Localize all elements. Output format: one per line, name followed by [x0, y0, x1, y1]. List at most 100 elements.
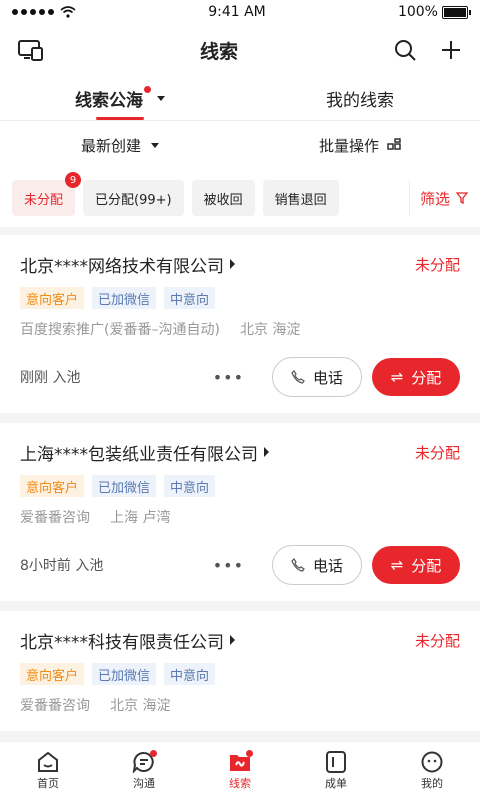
notification-dot [149, 750, 157, 757]
tag-intent-customer: 意向客户 [20, 475, 85, 497]
plus-icon[interactable] [440, 39, 462, 61]
tab-label: 我的线索 [326, 90, 394, 111]
chevron-down-icon [151, 142, 159, 148]
filter-chip-returned[interactable]: 销售退回 [262, 180, 339, 216]
notification-dot [245, 750, 253, 757]
company-label: 北京****科技有限责任公司 [20, 632, 224, 653]
call-button[interactable]: 电话 [272, 357, 362, 397]
tag-intent-customer: 意向客户 [20, 287, 85, 309]
battery: 100% [397, 4, 471, 20]
chevron-right-icon [230, 259, 235, 269]
tab-indicator [96, 117, 144, 120]
lead-location: 北京 海淀 [110, 698, 171, 714]
top-section: 9:41 AM 100% 线索 线索公海 我的线索 [0, 0, 480, 120]
pool-time: 刚刚 入池 [20, 370, 81, 386]
tab-label: 线索公海 [75, 90, 143, 111]
more-icon[interactable]: ••• [213, 368, 244, 387]
nav-label: 首页 [37, 777, 59, 790]
filter-chip-assigned[interactable]: 已分配(99+) [83, 180, 184, 216]
chip-label: 被收回 [203, 192, 243, 208]
lead-location: 上海 卢湾 [110, 510, 171, 526]
filter-label: 筛选 [419, 189, 450, 208]
tag-intent-level: 中意向 [164, 287, 216, 309]
tag-intent-customer: 意向客户 [20, 663, 85, 685]
lead-source: 百度搜索推广(爱番番–沟通自动) [20, 322, 220, 338]
batch-operation-button[interactable]: 批量操作 [240, 121, 480, 169]
tag-wechat: 已加微信 [92, 287, 157, 309]
funnel-icon [456, 192, 468, 204]
bottom-nav-leads[interactable]: 线索 [192, 742, 288, 800]
lead-list: 北京****网络技术有限公司 未分配 意向客户 已加微信 中意向 百度搜索推广(… [0, 227, 480, 731]
tag-intent-level: 中意向 [164, 475, 216, 497]
company-name[interactable]: 上海****包装纸业责任有限公司 [20, 440, 269, 465]
tag-intent-level: 中意向 [164, 663, 216, 685]
lead-source: 爱番番咨询 [20, 698, 90, 714]
tag-wechat: 已加微信 [92, 475, 157, 497]
assign-button[interactable]: ⇌ 分配 [372, 546, 460, 584]
chip-label: 未分配 [24, 192, 64, 208]
lead-card[interactable]: 北京****科技有限责任公司 未分配 意向客户 已加微信 中意向 爱番番咨询 北京… [0, 611, 480, 731]
chevron-down-icon [157, 95, 165, 101]
bottom-nav: 首页 沟通 线索 成单 我的 [0, 741, 480, 800]
tag-wechat: 已加微信 [92, 663, 157, 685]
page-title: 线索 [199, 40, 238, 63]
deal-icon [326, 751, 346, 773]
filter-chip-recalled[interactable]: 被收回 [191, 180, 255, 216]
chevron-right-icon [264, 447, 269, 457]
profile-icon [421, 751, 443, 773]
bottom-nav-home[interactable]: 首页 [0, 742, 96, 800]
count-badge: 9 [65, 172, 82, 188]
tab-bar: 线索公海 我的线索 [0, 76, 480, 120]
notification-dot [144, 85, 151, 93]
lead-source: 爱番番咨询 [20, 510, 90, 526]
lead-status: 未分配 [414, 443, 460, 462]
batch-icon [387, 138, 401, 150]
pool-time: 8小时前 入池 [20, 558, 104, 574]
call-label: 电话 [312, 368, 343, 387]
chip-label: 已分配(99+) [95, 192, 172, 208]
search-icon[interactable] [394, 39, 416, 61]
company-label: 北京****网络技术有限公司 [20, 256, 224, 277]
battery-percent: 100% [397, 4, 438, 20]
lead-card[interactable]: 上海****包装纸业责任有限公司 未分配 意向客户 已加微信 中意向 爱番番咨询… [0, 423, 480, 601]
status-time: 9:41 AM [208, 4, 266, 20]
lead-status: 未分配 [414, 255, 460, 274]
company-label: 上海****包装纸业责任有限公司 [20, 444, 258, 465]
bottom-nav-chat[interactable]: 沟通 [96, 742, 192, 800]
swap-icon: ⇌ [390, 556, 404, 574]
bottom-nav-profile[interactable]: 我的 [384, 742, 480, 800]
lead-status: 未分配 [414, 631, 460, 650]
lead-card[interactable]: 北京****网络技术有限公司 未分配 意向客户 已加微信 中意向 百度搜索推广(… [0, 235, 480, 413]
sort-label: 最新创建 [80, 136, 141, 155]
filter-chip-unassigned[interactable]: 未分配 9 [12, 172, 82, 216]
tab-my-leads[interactable]: 我的线索 [240, 76, 480, 120]
status-bar: 9:41 AM 100% [0, 0, 480, 24]
call-label: 电话 [312, 556, 343, 575]
company-name[interactable]: 北京****网络技术有限公司 [20, 252, 235, 277]
phone-icon [291, 370, 305, 384]
nav-label: 我的 [421, 777, 443, 790]
chevron-right-icon [230, 635, 235, 645]
nav-label: 沟通 [133, 777, 155, 790]
lead-location: 北京 海淀 [239, 322, 301, 338]
phone-icon [291, 558, 305, 572]
tab-public-leads[interactable]: 线索公海 [0, 76, 240, 120]
sort-toolbar: 最新创建 批量操作 [0, 120, 480, 169]
nav-label: 成单 [325, 777, 347, 790]
signal-icon [12, 9, 54, 15]
call-button[interactable]: 电话 [272, 545, 362, 585]
device-icon[interactable] [18, 39, 44, 61]
chip-label: 销售退回 [274, 192, 327, 208]
sort-dropdown[interactable]: 最新创建 [0, 121, 240, 169]
assign-label: 分配 [411, 368, 442, 387]
batch-label: 批量操作 [318, 136, 379, 155]
home-icon [38, 751, 58, 772]
assign-button[interactable]: ⇌ 分配 [372, 358, 460, 396]
bottom-nav-deals[interactable]: 成单 [288, 742, 384, 800]
filter-bar: 未分配 9 已分配(99+) 被收回 销售退回 筛选 [0, 169, 480, 227]
company-name[interactable]: 北京****科技有限责任公司 [20, 628, 235, 653]
filter-button[interactable]: 筛选 [408, 180, 468, 216]
more-icon[interactable]: ••• [213, 556, 244, 575]
battery-icon [441, 5, 471, 19]
wifi-icon [60, 6, 76, 18]
